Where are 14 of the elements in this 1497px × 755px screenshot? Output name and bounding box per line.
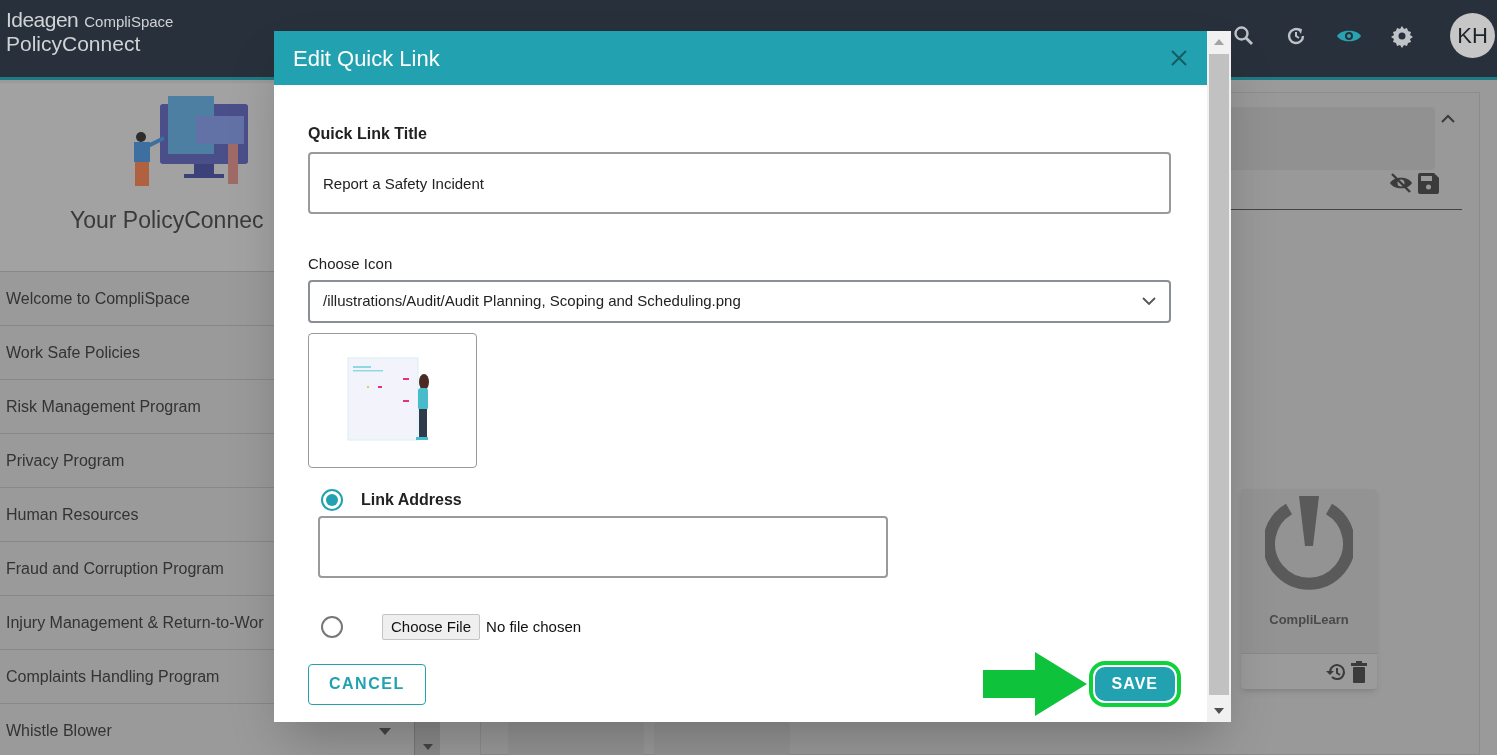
input-field[interactable]: Report a Safety Incident	[308, 152, 1171, 214]
dialog-title: Edit Quick Link	[293, 44, 440, 73]
cancel-button[interactable]: CANCEL	[308, 663, 426, 705]
logo-brand: Ideagen	[6, 8, 79, 32]
banner-title: Your PolicyConnec	[70, 206, 264, 235]
field-label: Quick Link Title	[308, 124, 428, 144]
card-title: CompliLearn	[1269, 611, 1349, 629]
logo-sub: CompliSpace	[84, 12, 174, 32]
logo-product: PolicyConnect	[6, 32, 142, 56]
icon-dropdown[interactable]: /illustrations/Audit/Audit Planning, Scoping and Scheduling.png	[308, 279, 1171, 323]
file-status: No file chosen	[486, 616, 582, 637]
field-label: Choose Icon	[308, 254, 394, 274]
choose-file-button[interactable]: Choose File	[382, 613, 481, 640]
quick-link-card[interactable]: CompliLearn	[1241, 489, 1377, 689]
